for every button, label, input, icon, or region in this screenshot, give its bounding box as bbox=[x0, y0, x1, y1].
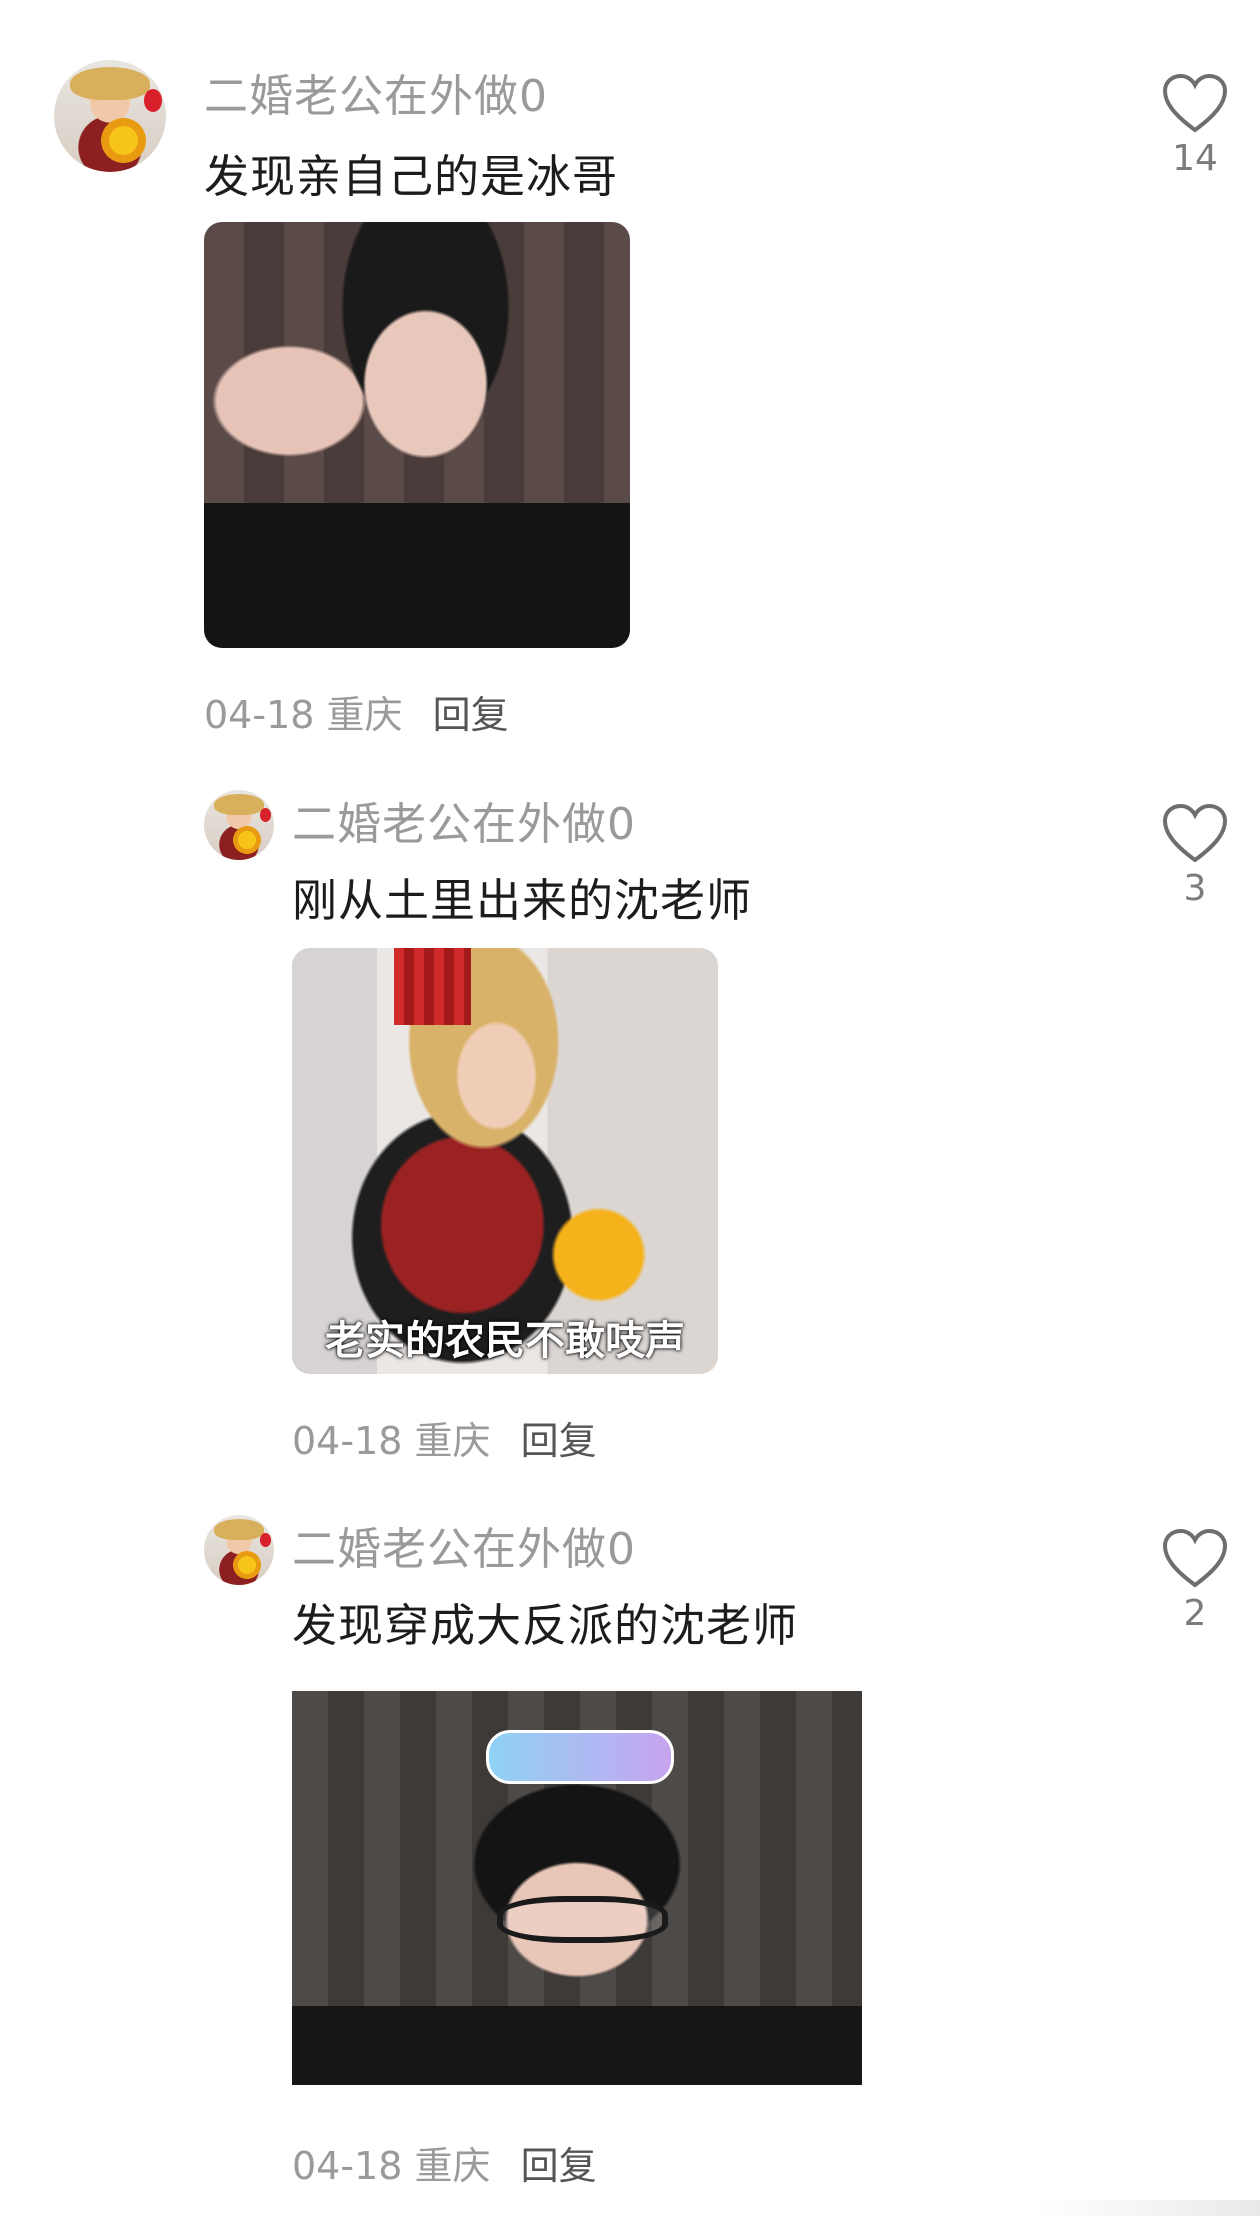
scroll-indicator bbox=[1040, 2200, 1260, 2216]
avatar[interactable] bbox=[54, 60, 166, 172]
reply-button[interactable]: 回复 bbox=[521, 2144, 597, 2188]
like-count: 2 bbox=[1183, 1593, 1207, 1634]
comment-image[interactable]: 老实的农民不敢吱声 bbox=[292, 948, 718, 1374]
comment-location: 重庆 bbox=[414, 2144, 491, 2188]
comment-meta: 04-18 重庆 回复 bbox=[292, 2135, 597, 2190]
comment-date: 04-18 bbox=[292, 1419, 403, 1463]
like-button[interactable]: 14 bbox=[1150, 74, 1240, 179]
comment-item: 二婚老公在外做0 发现亲自己的是冰哥 04-18 重庆 回复 14 bbox=[0, 0, 1260, 740]
comment-item: 二婚老公在外做0 发现穿成大反派的沈老师 04-18 重庆 回复 2 bbox=[0, 1485, 1260, 2205]
comment-location: 重庆 bbox=[414, 1419, 491, 1463]
heart-icon bbox=[1163, 804, 1227, 863]
comment-date: 04-18 bbox=[204, 693, 315, 737]
like-button[interactable]: 2 bbox=[1150, 1529, 1240, 1634]
comment-username[interactable]: 二婚老公在外做0 bbox=[292, 1513, 636, 1577]
comment-image[interactable] bbox=[204, 222, 630, 648]
avatar[interactable] bbox=[204, 1515, 274, 1585]
heart-icon bbox=[1163, 74, 1227, 133]
like-button[interactable]: 3 bbox=[1150, 804, 1240, 909]
comment-text: 刚从土里出来的沈老师 bbox=[292, 874, 753, 927]
comment-meta: 04-18 重庆 回复 bbox=[292, 1410, 597, 1465]
reply-button[interactable]: 回复 bbox=[521, 1419, 597, 1463]
comment-meta: 04-18 重庆 回复 bbox=[204, 684, 509, 739]
avatar[interactable] bbox=[204, 790, 274, 860]
reply-button[interactable]: 回复 bbox=[433, 693, 509, 737]
comment-item: 二婚老公在外做0 刚从土里出来的沈老师 老实的农民不敢吱声 04-18 重庆 回… bbox=[0, 760, 1260, 1480]
like-count: 14 bbox=[1172, 138, 1218, 179]
comment-username[interactable]: 二婚老公在外做0 bbox=[292, 788, 636, 852]
comment-location: 重庆 bbox=[326, 693, 403, 737]
comment-image[interactable] bbox=[292, 1691, 862, 2085]
comment-text: 发现亲自己的是冰哥 bbox=[204, 150, 619, 203]
like-count: 3 bbox=[1183, 868, 1207, 909]
image-caption: 老实的农民不敢吱声 bbox=[325, 1318, 685, 1364]
heart-icon bbox=[1163, 1529, 1227, 1588]
comment-text: 发现穿成大反派的沈老师 bbox=[292, 1599, 799, 1652]
comment-date: 04-18 bbox=[292, 2144, 403, 2188]
comment-username[interactable]: 二婚老公在外做0 bbox=[204, 60, 548, 124]
